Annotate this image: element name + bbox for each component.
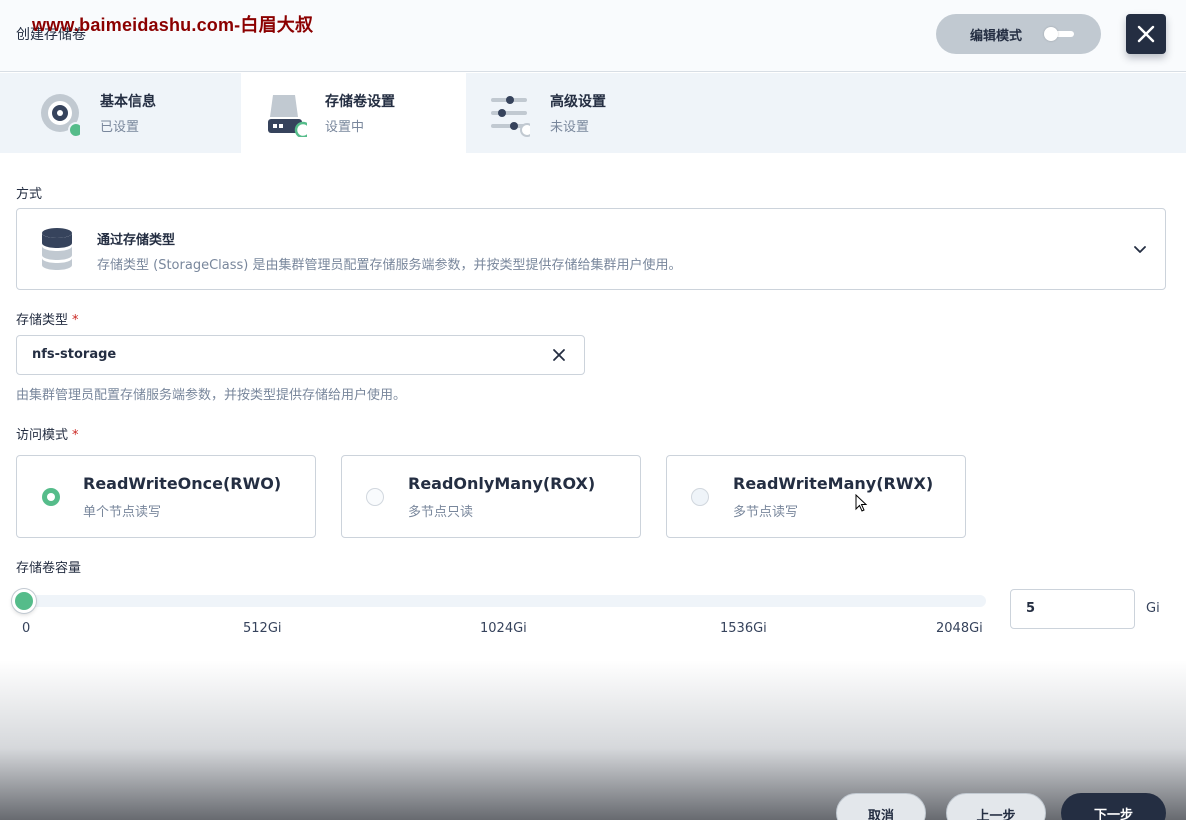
toggle-switch-icon[interactable] — [1044, 27, 1074, 41]
database-icon — [42, 228, 72, 270]
slider-tick-label: 512Gi — [243, 621, 282, 636]
storage-drive-icon — [268, 95, 307, 137]
sliders-icon — [491, 96, 530, 137]
capacity-slider-handle[interactable] — [12, 589, 36, 613]
tab-status: 未设置 — [550, 120, 590, 135]
next-button[interactable]: 下一步 — [1061, 793, 1166, 820]
disk-icon — [41, 94, 80, 137]
previous-button[interactable]: 上一步 — [946, 793, 1046, 820]
access-mode-option-rwo[interactable]: ReadWriteOnce(RWO) 单个节点读写 — [16, 455, 316, 538]
modal-header: 创建存储卷 www.baimeidashu.com-白眉大叔 编辑模式 — [0, 0, 1186, 72]
radio-button[interactable] — [691, 488, 709, 506]
access-mode-option-rox[interactable]: ReadOnlyMany(ROX) 多节点只读 — [341, 455, 641, 538]
edit-mode-toggle[interactable]: 编辑模式 — [936, 14, 1101, 54]
close-button[interactable] — [1126, 14, 1166, 54]
required-mark: * — [72, 428, 79, 443]
watermark-text: www.baimeidashu.com-白眉大叔 — [32, 15, 314, 35]
slider-tick-label: 2048Gi — [936, 621, 983, 636]
access-mode-label: 访问模式 * — [16, 428, 79, 443]
mouse-cursor-icon — [855, 494, 868, 512]
tab-label: 存储卷设置 — [325, 94, 395, 110]
tab-volume-settings[interactable]: 存储卷设置 设置中 — [241, 73, 466, 153]
cancel-button[interactable]: 取消 — [836, 793, 926, 820]
slider-tick-label: 0 — [22, 621, 31, 636]
storage-class-select[interactable]: nfs-storage — [16, 335, 585, 375]
slider-tick-label: 1024Gi — [480, 621, 527, 636]
tab-status: 已设置 — [100, 120, 140, 135]
required-mark: * — [72, 313, 79, 328]
capacity-unit: Gi — [1146, 601, 1160, 616]
capacity-input[interactable]: 5 — [1010, 589, 1135, 629]
radio-button[interactable] — [366, 488, 384, 506]
storage-class-label: 存储类型 * — [16, 313, 79, 328]
tab-label: 高级设置 — [550, 94, 606, 110]
clear-icon[interactable] — [551, 347, 567, 363]
chevron-down-icon — [1134, 246, 1146, 253]
method-select[interactable]: 通过存储类型 存储类型 (StorageClass) 是由集群管理员配置存储服务… — [16, 208, 1166, 290]
method-title: 通过存储类型 — [97, 233, 176, 248]
access-mode-name: ReadOnlyMany(ROX) — [408, 474, 596, 493]
storage-class-value: nfs-storage — [32, 347, 117, 362]
storage-class-hint: 由集群管理员配置存储服务端参数，并按类型提供存储给用户使用。 — [16, 388, 407, 403]
access-mode-option-rwx[interactable]: ReadWriteMany(RWX) 多节点读写 — [666, 455, 966, 538]
access-mode-desc: 多节点读写 — [733, 505, 799, 520]
access-mode-desc: 单个节点读写 — [83, 505, 162, 520]
wizard-steps: 基本信息 已设置 存储卷设置 设置中 高级设置 未设置 — [0, 73, 1186, 153]
access-mode-name: ReadWriteMany(RWX) — [733, 474, 934, 493]
method-description: 存储类型 (StorageClass) 是由集群管理员配置存储服务端参数，并按类… — [97, 258, 682, 273]
access-mode-desc: 多节点只读 — [408, 505, 474, 520]
capacity-label: 存储卷容量 — [16, 561, 82, 576]
tab-advanced-settings[interactable]: 高级设置 未设置 — [466, 73, 691, 153]
tab-label: 基本信息 — [100, 94, 156, 110]
close-icon — [1137, 25, 1155, 43]
slider-tick-label: 1536Gi — [720, 621, 767, 636]
radio-button[interactable] — [42, 488, 60, 506]
method-label: 方式 — [16, 187, 43, 202]
tab-status: 设置中 — [325, 120, 365, 135]
access-mode-name: ReadWriteOnce(RWO) — [83, 474, 282, 493]
edit-mode-label: 编辑模式 — [970, 28, 1023, 44]
capacity-slider-track[interactable] — [24, 595, 986, 607]
tab-basic-info[interactable]: 基本信息 已设置 — [0, 73, 225, 153]
